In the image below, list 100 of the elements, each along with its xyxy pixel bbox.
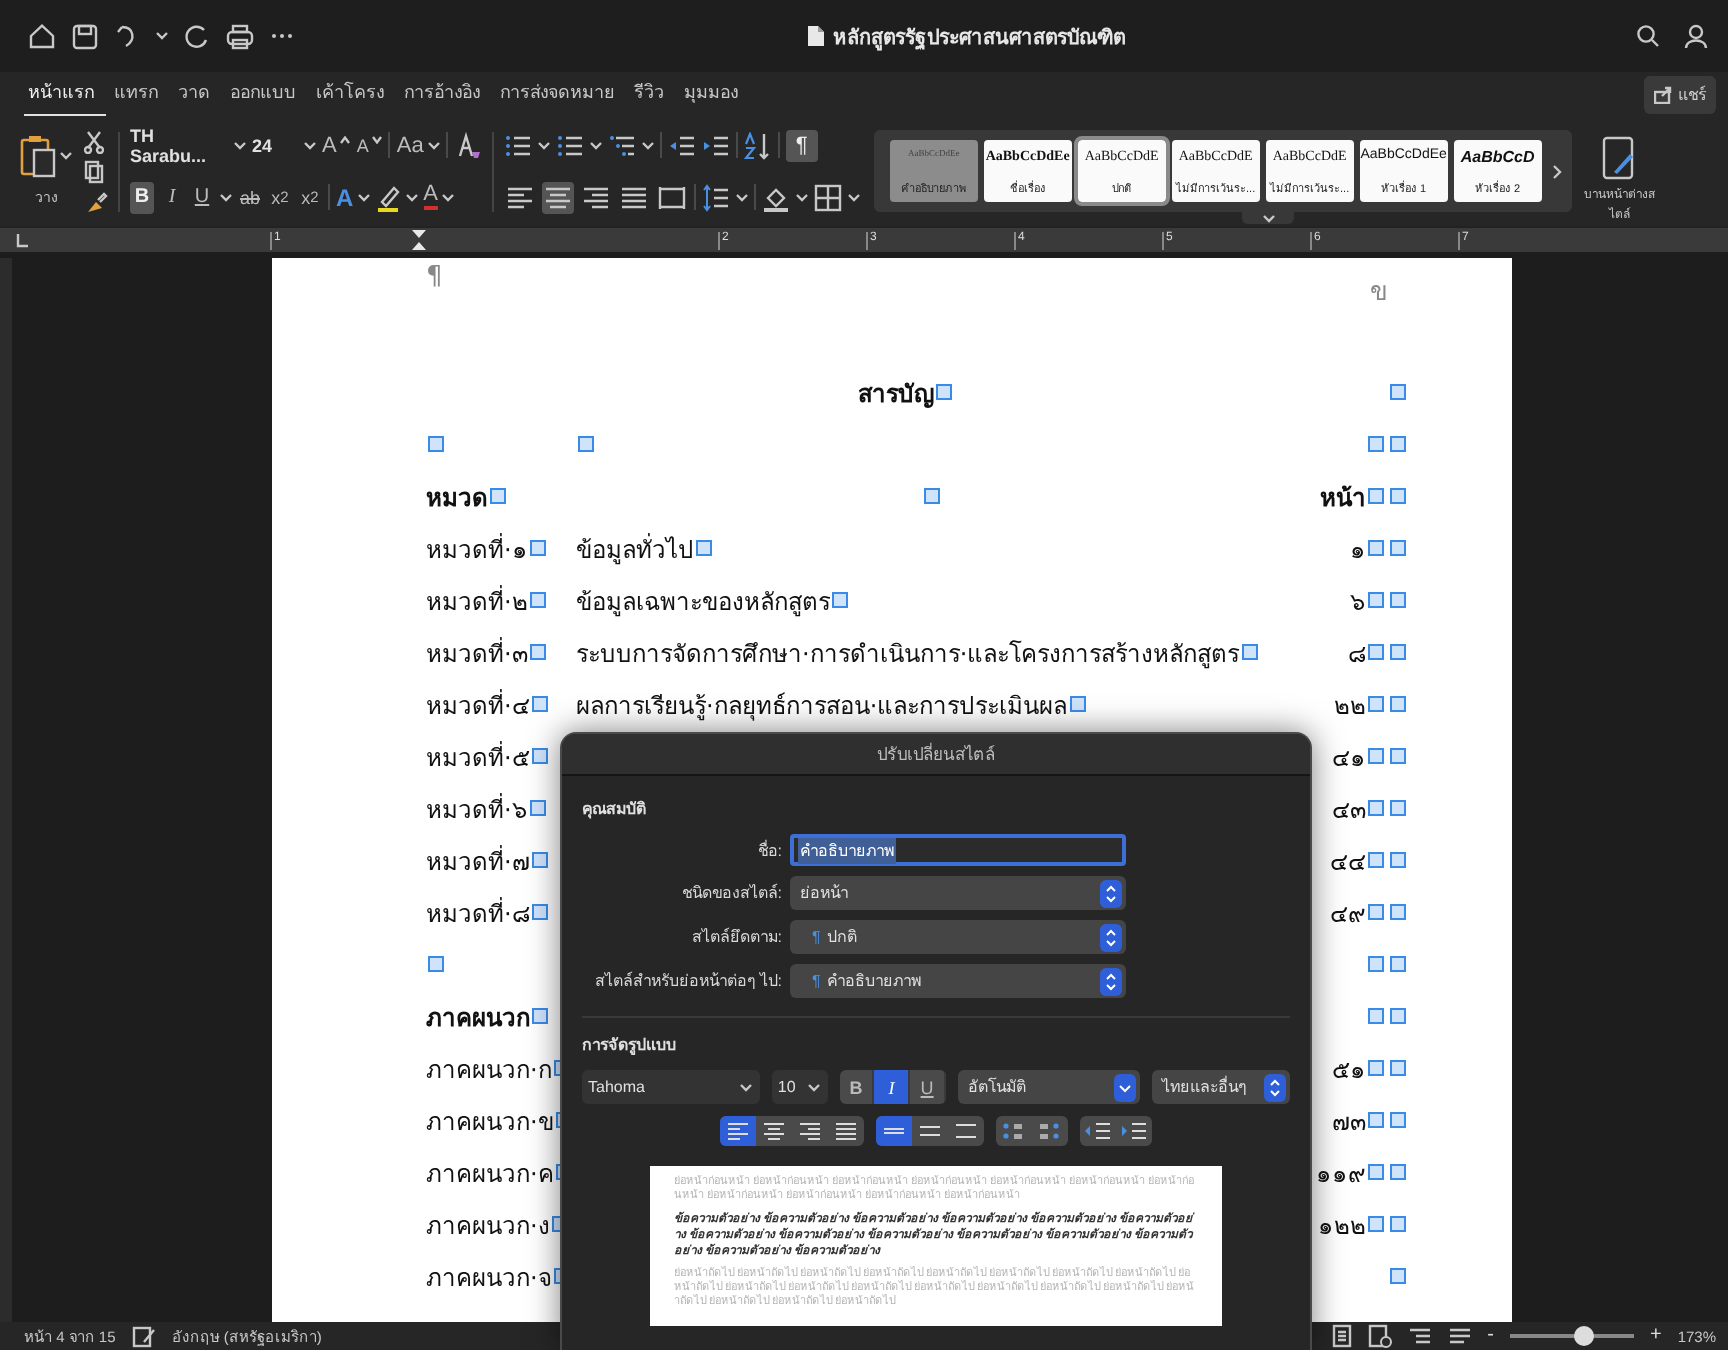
end-of-cell-mark-icon xyxy=(531,696,548,712)
print-layout-icon[interactable] xyxy=(1331,1324,1352,1348)
underline-button[interactable]: U xyxy=(910,1070,946,1104)
ribbon-tab[interactable]: รีวิว xyxy=(630,71,676,117)
chevron-right-icon[interactable] xyxy=(1551,163,1562,179)
bullet-list-icon[interactable] xyxy=(503,131,532,159)
font-name-dropdown[interactable]: TH Sarabu... xyxy=(130,125,246,165)
align-left-icon[interactable] xyxy=(720,1116,756,1146)
bold-button[interactable]: B xyxy=(130,181,154,213)
caret-icon[interactable] xyxy=(537,141,550,149)
caret-icon[interactable] xyxy=(220,193,232,201)
ribbon-tab[interactable]: การอ้างอิง xyxy=(400,71,492,117)
person-icon[interactable] xyxy=(1684,23,1708,49)
script-dropdown[interactable]: ไทยและอื่นๆ xyxy=(1151,1070,1290,1104)
ribbon-tab[interactable]: มุมมอง xyxy=(680,71,750,117)
end-of-cell-mark-icon xyxy=(936,384,952,400)
change-case-button[interactable]: Aa xyxy=(396,133,440,157)
share-button[interactable]: แชร์ xyxy=(1644,75,1716,113)
print-icon[interactable] xyxy=(226,23,254,49)
text-effects-button[interactable]: A xyxy=(336,183,370,211)
draft-view-icon[interactable] xyxy=(1447,1326,1472,1346)
ribbon-tab[interactable]: การส่งจดหมาย xyxy=(496,71,626,117)
ribbon-tab[interactable]: ออกแบบ xyxy=(226,71,308,117)
caret-icon[interactable] xyxy=(304,141,316,149)
zoom-slider-thumb[interactable] xyxy=(1574,1326,1595,1346)
font-size-dropdown[interactable]: 10 xyxy=(771,1070,828,1104)
grow-font-button[interactable]: A xyxy=(322,133,351,157)
redo-icon[interactable] xyxy=(184,23,210,49)
undo-icon[interactable] xyxy=(114,23,140,49)
ribbon-tab[interactable]: เค้าโครง xyxy=(312,71,396,117)
line-spacing-icon[interactable] xyxy=(701,183,730,211)
font-dropdown[interactable]: Tahoma xyxy=(582,1070,760,1104)
caret-icon[interactable] xyxy=(589,141,602,149)
zoom-out-button[interactable]: - xyxy=(1487,1326,1494,1346)
single-spacing-icon[interactable] xyxy=(876,1116,912,1146)
ribbon-tab[interactable]: วาด xyxy=(174,71,222,117)
field-label: สไตล์ยึดตาม: xyxy=(689,925,782,950)
caret-icon[interactable] xyxy=(405,193,418,201)
caret-icon[interactable] xyxy=(427,141,440,149)
caret-icon[interactable] xyxy=(847,193,860,201)
chapter-label: หมวดที่·๓ xyxy=(426,635,528,671)
font-color-button[interactable]: A xyxy=(423,184,455,210)
page-number: ๔๔ xyxy=(1330,845,1366,879)
ribbon-tab[interactable]: แทรก xyxy=(110,71,170,117)
chapter-label: ภาคผนวก·ค xyxy=(426,1157,554,1191)
strikethrough-button[interactable]: ab xyxy=(238,181,262,213)
show-formatting-marks-button[interactable]: ¶ xyxy=(785,129,818,161)
expand-gallery-button[interactable] xyxy=(1242,212,1295,224)
caret-icon[interactable] xyxy=(234,141,246,149)
cut-icon[interactable] xyxy=(84,129,104,153)
underline-button[interactable]: U xyxy=(190,181,214,213)
sort-icon[interactable] xyxy=(743,131,772,159)
end-of-cell-mark-icon xyxy=(532,1008,548,1024)
clear-formatting-icon[interactable] xyxy=(453,131,482,159)
indent-marker-icon[interactable] xyxy=(412,230,426,252)
home-icon[interactable] xyxy=(28,22,56,50)
caret-icon[interactable] xyxy=(357,193,370,201)
stepper-icon xyxy=(1100,879,1122,907)
section-heading: คุณสมบัติ xyxy=(582,798,648,822)
paintbrush-icon[interactable] xyxy=(84,189,108,213)
caret-icon[interactable] xyxy=(795,193,808,201)
copy-icon[interactable] xyxy=(84,159,104,183)
caret-icon[interactable] xyxy=(60,152,72,160)
zoom-in-button[interactable]: + xyxy=(1649,1326,1662,1346)
increase-indent-icon[interactable] xyxy=(701,131,730,159)
web-layout-icon[interactable] xyxy=(1367,1324,1392,1348)
paste-icon[interactable] xyxy=(20,134,56,178)
save-icon[interactable] xyxy=(72,23,98,49)
numbered-list-icon[interactable] xyxy=(555,131,584,159)
caret-icon[interactable] xyxy=(156,32,168,40)
caret-icon[interactable] xyxy=(739,1083,752,1091)
style-type-dropdown[interactable]: ย่อหน้า xyxy=(790,876,1126,910)
shrink-font-button[interactable]: A xyxy=(356,135,383,155)
based-on-dropdown[interactable]: ¶ ปกติ xyxy=(790,920,1126,954)
borders-icon[interactable] xyxy=(813,183,842,211)
caret-icon[interactable] xyxy=(807,1083,820,1091)
next-style-dropdown[interactable]: ¶ คำอธิบายภาพ xyxy=(790,964,1126,998)
font-color-dropdown[interactable]: อัตโนมัติ xyxy=(957,1070,1140,1104)
caret-icon[interactable] xyxy=(442,193,455,201)
align-center-icon[interactable] xyxy=(541,181,574,213)
more-icon[interactable] xyxy=(270,32,294,40)
caret-icon xyxy=(372,135,383,143)
decrease-indent-icon[interactable] xyxy=(667,131,696,159)
highlighter-icon[interactable] xyxy=(375,183,400,211)
italic-button[interactable]: I xyxy=(160,181,184,213)
caret-icon[interactable] xyxy=(641,141,654,149)
name-field[interactable]: คำอธิบายภาพ xyxy=(790,834,1126,866)
caret-icon[interactable] xyxy=(735,193,748,201)
paint-bucket-icon[interactable] xyxy=(761,183,790,211)
page-number: ๒๒ xyxy=(1334,689,1366,723)
end-of-cell-mark-icon xyxy=(490,488,506,504)
proofing-icon[interactable] xyxy=(131,1325,156,1347)
font-size-dropdown[interactable]: 24 xyxy=(252,135,316,155)
tab-stop-icon[interactable] xyxy=(16,233,28,247)
page-heading: หน้า xyxy=(1320,481,1366,515)
distributed-icon[interactable] xyxy=(655,181,688,213)
italic-button[interactable]: I xyxy=(874,1070,911,1104)
multilevel-list-icon[interactable] xyxy=(607,131,636,159)
search-icon[interactable] xyxy=(1636,24,1660,48)
outline-view-icon[interactable] xyxy=(1407,1326,1432,1346)
